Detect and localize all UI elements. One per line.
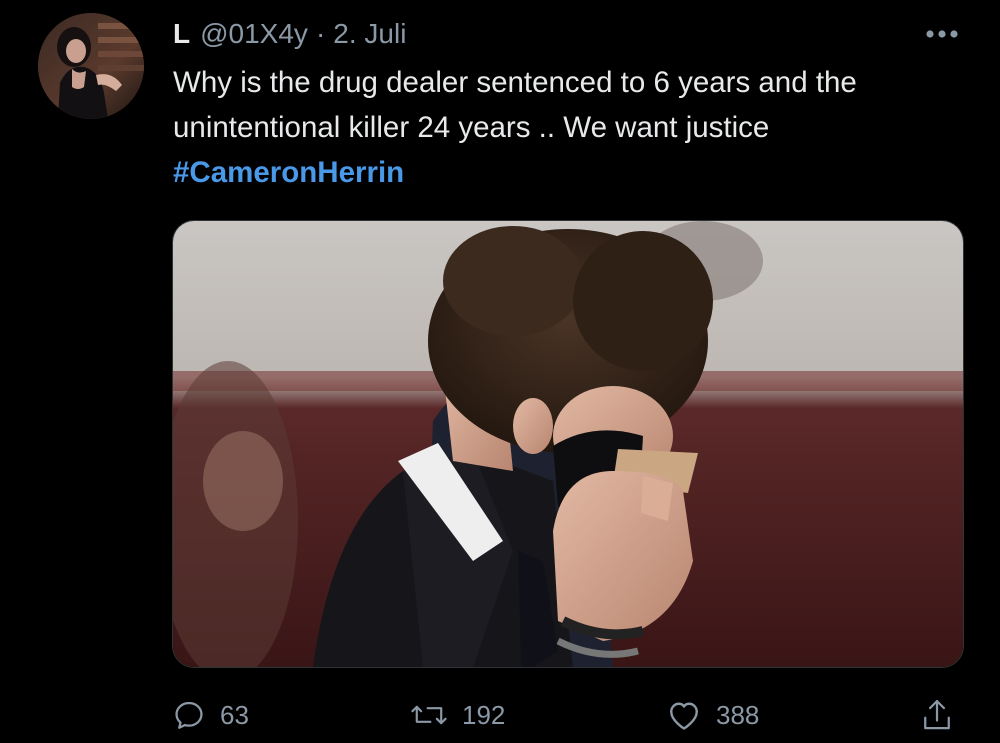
author-avatar[interactable] <box>38 13 144 119</box>
retweet-button[interactable]: 192 <box>410 693 505 737</box>
hashtag-link[interactable]: #CameronHerrin <box>173 150 973 195</box>
reply-button[interactable]: 63 <box>172 693 249 737</box>
tweet-media-photo[interactable] <box>172 220 964 668</box>
retweet-icon <box>411 705 447 725</box>
share-icon <box>924 700 950 730</box>
share-button[interactable] <box>920 693 954 737</box>
like-count: 388 <box>716 699 760 730</box>
tweet-text: Why is the drug dealer sentenced to 6 ye… <box>173 60 973 195</box>
reply-icon <box>175 701 203 729</box>
author-display-name[interactable]: L <box>173 14 190 54</box>
tweet-text-line: Why is the drug dealer sentenced to 6 ye… <box>173 66 857 99</box>
heart-icon <box>670 702 698 730</box>
more-horizontal-icon <box>926 30 958 38</box>
courtroom-photo <box>173 221 963 667</box>
tweet-text-line: unintentional killer 24 years .. We want… <box>173 111 770 144</box>
tweet-actions-bar: 63 192 388 <box>0 693 1000 737</box>
tweet-date[interactable]: 2. Juli <box>333 14 406 54</box>
reply-count: 63 <box>220 699 249 730</box>
avatar-photo <box>38 13 144 119</box>
like-button[interactable]: 388 <box>666 693 759 737</box>
retweet-count: 192 <box>462 699 506 730</box>
more-options-button[interactable] <box>916 16 968 52</box>
tweet[interactable]: L @01X4y · 2. Juli Why is the drug deale… <box>0 0 1000 743</box>
tweet-header: L @01X4y · 2. Juli <box>173 14 406 54</box>
author-handle[interactable]: @01X4y <box>200 14 308 54</box>
header-separator: · <box>315 18 326 49</box>
